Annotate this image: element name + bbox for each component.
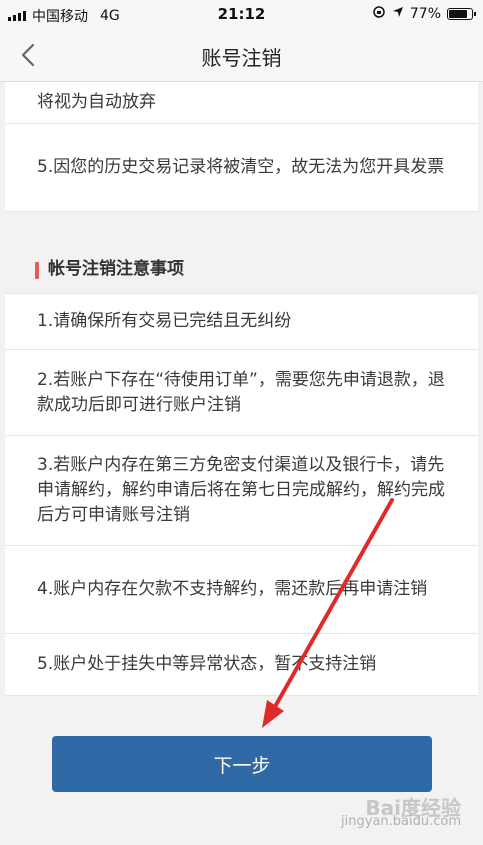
- section-header: 帐号注销注意事项: [5, 216, 478, 294]
- watermark: Bai度经验 jingyan.baidu.com: [341, 796, 461, 829]
- list-item: 4.账户内存在欠款不支持解约，需还款后再申请注销: [5, 546, 478, 634]
- list-item: 5.账户处于挂失中等异常状态，暂不支持注销: [5, 634, 478, 696]
- status-right: 77%: [372, 5, 476, 23]
- list-item-text: 1.请确保所有交易已完结且无纠纷: [37, 311, 292, 331]
- orientation-lock-icon: [372, 5, 386, 23]
- page-title: 账号注销: [201, 46, 282, 70]
- watermark-sub: jingyan.baidu.com: [341, 814, 461, 829]
- battery-label: 77%: [409, 6, 441, 22]
- watermark-brand: Bai度经验: [365, 796, 461, 820]
- section-accent-bar: [35, 262, 39, 279]
- content: 将视为自动放弃 5.因您的历史交易记录将被清空，故无法为您开具发票 帐号注销注意…: [5, 82, 478, 696]
- status-bar: 中国移动 4G 21:12 77%: [0, 0, 483, 28]
- list-item: 1.请确保所有交易已完结且无纠纷: [5, 294, 478, 350]
- location-icon: [392, 6, 404, 22]
- list-item-text: 将视为自动放弃: [37, 92, 156, 112]
- list-item-text: 5.因您的历史交易记录将被清空，故无法为您开具发票: [37, 157, 445, 177]
- battery-icon: [447, 8, 476, 20]
- list-item: 3.若账户内存在第三方免密支付渠道以及银行卡，请先申请解约，解约申请后将在第七日…: [5, 436, 478, 546]
- list-item-text: 2.若账户下存在“待使用订单”，需要您先申请退款，退款成功后即可进行账户注销: [37, 369, 445, 415]
- next-step-button[interactable]: 下一步: [52, 736, 432, 792]
- section-title: 帐号注销注意事项: [48, 259, 184, 279]
- list-item: 2.若账户下存在“待使用订单”，需要您先申请退款，退款成功后即可进行账户注销: [5, 350, 478, 436]
- list-item-text: 4.账户内存在欠款不支持解约，需还款后再申请注销: [37, 579, 428, 599]
- list-item: 将视为自动放弃: [5, 82, 478, 124]
- list-item-text: 3.若账户内存在第三方免密支付渠道以及银行卡，请先申请解约，解约申请后将在第七日…: [37, 455, 445, 525]
- next-step-label: 下一步: [213, 754, 271, 777]
- list-item: 5.因您的历史交易记录将被清空，故无法为您开具发票: [5, 124, 478, 212]
- nav-bar: 账号注销: [0, 28, 483, 82]
- list-item-text: 5.账户处于挂失中等异常状态，暂不支持注销: [37, 654, 377, 674]
